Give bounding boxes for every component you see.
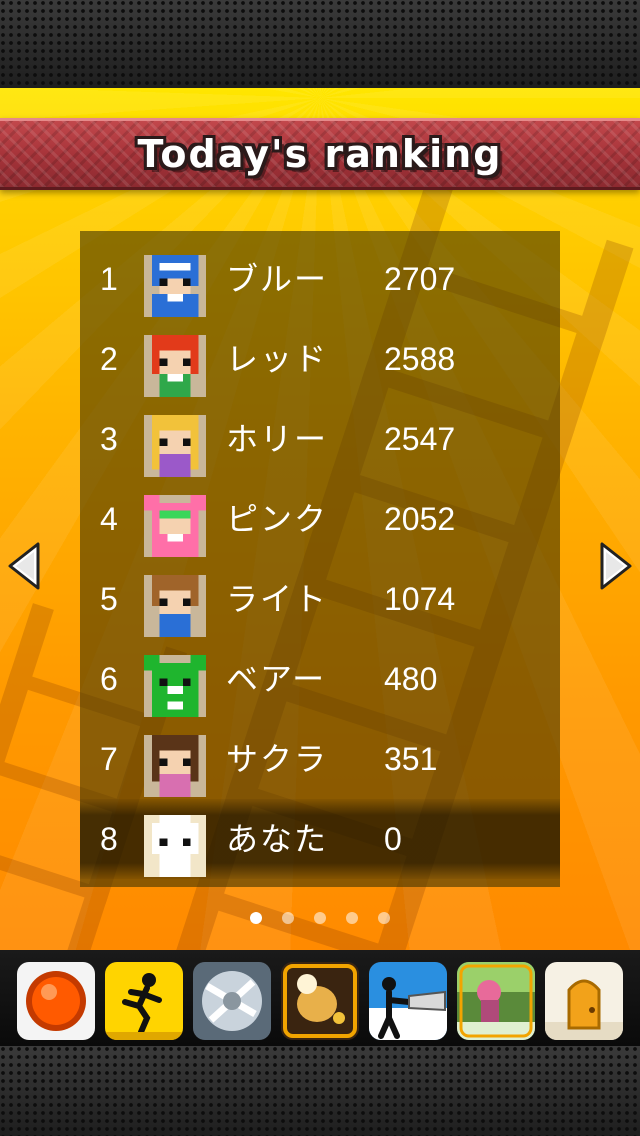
- rank-number: 1: [100, 261, 118, 297]
- player-name: ピンク: [226, 500, 329, 538]
- ranking-row: 6 ベアー 480: [80, 639, 560, 719]
- blonde-girl-avatar: [144, 415, 206, 477]
- ranking-row: 5 ライト 1074: [80, 559, 560, 639]
- player-name: サクラ: [226, 740, 329, 778]
- page-title: Today's ranking: [137, 132, 503, 176]
- player-score: 0: [384, 821, 402, 857]
- page-dot[interactable]: [378, 912, 390, 924]
- page-dot[interactable]: [314, 912, 326, 924]
- page-dot[interactable]: [346, 912, 358, 924]
- golden-pot-app-icon[interactable]: [281, 962, 359, 1040]
- app-promo-bar: [0, 950, 640, 1046]
- brown-hair-boy-avatar: [144, 575, 206, 637]
- player-score: 1074: [384, 581, 456, 617]
- bottom-metal-mesh: [0, 1046, 640, 1136]
- player-name: ベアー: [226, 660, 327, 698]
- white-blank-avatar: [144, 815, 206, 877]
- player-score: 2052: [384, 501, 456, 537]
- forest-girl-app-icon[interactable]: [457, 962, 535, 1040]
- ranking-screen: Today's ranking 1 ブルー 2707 2 レッド 2588 3 …: [0, 88, 640, 950]
- rank-number: 8: [100, 821, 118, 857]
- title-banner: Today's ranking: [0, 118, 640, 190]
- top-metal-mesh: [0, 0, 640, 88]
- player-name: ホリー: [226, 420, 329, 458]
- player-score: 2547: [384, 421, 456, 457]
- player-score: 2588: [384, 341, 456, 377]
- orange-ball-app-icon[interactable]: [17, 962, 95, 1040]
- page-dot[interactable]: [282, 912, 294, 924]
- ranking-row: 3 ホリー 2547: [80, 399, 560, 479]
- player-name: あなた: [226, 820, 329, 858]
- brown-hair-girl-avatar: [144, 735, 206, 797]
- rank-number: 7: [100, 741, 118, 777]
- rank-number: 6: [100, 661, 118, 697]
- ranking-row: 7 サクラ 351: [80, 719, 560, 799]
- door-app-icon[interactable]: [545, 962, 623, 1040]
- ranking-table: 1 ブルー 2707 2 レッド 2588 3 ホリー 2547 4 ピンク 2…: [80, 231, 560, 887]
- ranking-row-current-player: 8 あなた 0: [80, 799, 560, 879]
- page-indicator: [246, 912, 396, 926]
- pink-hero-avatar: [144, 495, 206, 557]
- rank-number: 5: [100, 581, 118, 617]
- ranking-row: 1 ブルー 2707: [80, 239, 560, 319]
- silver-blades-app-icon[interactable]: [193, 962, 271, 1040]
- player-score: 480: [384, 661, 438, 697]
- red-hair-avatar: [144, 335, 206, 397]
- player-name: ライト: [226, 580, 329, 618]
- ranking-row: 4 ピンク 2052: [80, 479, 560, 559]
- chevron-right-icon[interactable]: [598, 540, 634, 592]
- rank-number: 3: [100, 421, 118, 457]
- chevron-left-icon[interactable]: [6, 540, 42, 592]
- player-score: 2707: [384, 261, 456, 297]
- stickman-saw-app-icon[interactable]: [369, 962, 447, 1040]
- rank-number: 2: [100, 341, 118, 377]
- player-score: 351: [384, 741, 438, 777]
- ranking-row: 2 レッド 2588: [80, 319, 560, 399]
- rank-number: 4: [100, 501, 118, 537]
- green-bear-avatar: [144, 655, 206, 717]
- player-name: レッド: [226, 340, 329, 378]
- player-name: ブルー: [226, 260, 329, 298]
- blue-hero-avatar: [144, 255, 206, 317]
- page-dot-active[interactable]: [250, 912, 262, 924]
- stickman-runner-app-icon[interactable]: [105, 962, 183, 1040]
